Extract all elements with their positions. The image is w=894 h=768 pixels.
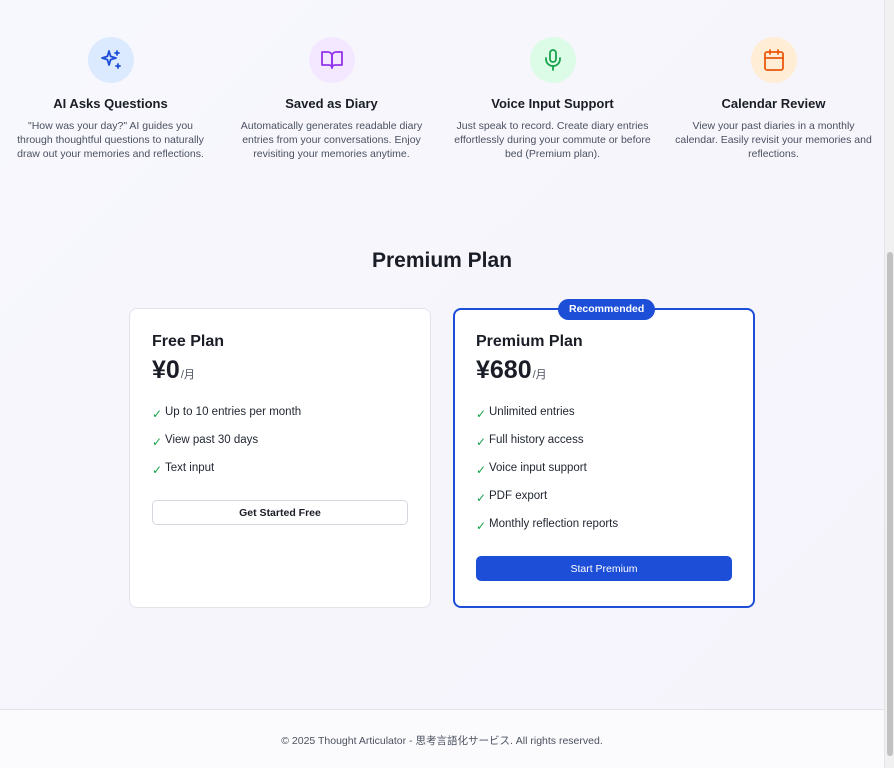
check-icon: ✓ [152, 435, 163, 449]
scrollbar[interactable] [884, 0, 894, 768]
get-started-free-button[interactable]: Get Started Free [152, 500, 408, 525]
feature-text: PDF export [489, 490, 548, 502]
check-icon: ✓ [476, 407, 487, 421]
sparkles-icon [87, 37, 134, 83]
plan-price: ¥680 /月 [476, 356, 732, 385]
list-item: ✓ Monthly reflection reports [476, 510, 732, 538]
check-icon: ✓ [152, 407, 163, 421]
check-icon: ✓ [476, 435, 487, 449]
plan-price: ¥0 /月 [152, 356, 408, 385]
scrollbar-thumb[interactable] [887, 252, 893, 756]
feature-text: Up to 10 entries per month [165, 406, 302, 418]
price-unit: /月 [180, 369, 195, 381]
book-open-icon [308, 37, 355, 83]
feature-text: Monthly reflection reports [489, 518, 619, 530]
check-icon: ✓ [476, 463, 487, 477]
features-section: AI Asks Questions "How was your day?" AI… [0, 36, 884, 161]
copyright-text: © 2025 Thought Articulator - 思考言語化サービス. … [281, 735, 603, 747]
feature-text: Voice input support [489, 462, 587, 474]
price-unit: /月 [532, 369, 547, 381]
page: AI Asks Questions "How was your day?" AI… [0, 0, 884, 768]
footer: © 2025 Thought Articulator - 思考言語化サービス. … [0, 709, 884, 768]
price-amount: ¥680 [476, 356, 532, 384]
check-icon: ✓ [476, 491, 487, 505]
feature-title: Calendar Review [721, 96, 826, 111]
pricing-title: Premium Plan [371, 249, 513, 272]
plan-features-list: ✓ Up to 10 entries per month ✓ View past 3… [152, 398, 408, 482]
recommended-badge: Recommended [558, 299, 656, 320]
feature-title: Saved as Diary [285, 96, 378, 111]
list-item: ✓ Up to 10 entries per month [152, 398, 408, 426]
plan-name: Premium Plan [476, 333, 583, 350]
list-item: ✓ PDF export [476, 482, 732, 510]
calendar-icon [750, 37, 797, 83]
plan-features-list: ✓ Unlimited entries ✓ Full history access … [476, 398, 732, 538]
feature-description: View your past diaries in a monthly cale… [675, 120, 872, 160]
feature-title: Voice Input Support [491, 96, 614, 111]
check-icon: ✓ [476, 519, 487, 533]
feature-description: "How was your day?" AI guides you throug… [17, 120, 204, 160]
check-icon: ✓ [152, 463, 163, 477]
feature-description: Automatically generates readable diary e… [240, 120, 423, 160]
start-premium-button[interactable]: Start Premium [476, 556, 732, 581]
feature-description: Just speak to record. Create diary entri… [454, 120, 651, 160]
premium-plan-card: Recommended Premium Plan ¥680 /月 ✓ Unlimi… [453, 299, 755, 608]
feature-text: View past 30 days [165, 434, 259, 446]
feature-voice-input: Voice Input Support Just speak to record… [442, 36, 663, 161]
plan-name: Free Plan [152, 333, 225, 350]
list-item: ✓ Full history access [476, 426, 732, 454]
free-plan-card: Free Plan ¥0 /月 ✓ Up to 10 entries per mo… [129, 308, 431, 608]
list-item: ✓ View past 30 days [152, 426, 408, 454]
list-item: ✓ Voice input support [476, 454, 732, 482]
feature-ai-questions: AI Asks Questions "How was your day?" AI… [0, 36, 221, 161]
price-amount: ¥0 [152, 356, 180, 384]
list-item: ✓ Text input [152, 454, 408, 482]
feature-saved-diary: Saved as Diary Automatically generates r… [221, 36, 442, 161]
feature-calendar-review: Calendar Review View your past diaries i… [663, 36, 884, 161]
microphone-icon [529, 37, 576, 83]
feature-text: Unlimited entries [489, 406, 575, 418]
feature-text: Text input [165, 462, 215, 474]
feature-title: AI Asks Questions [53, 96, 168, 111]
feature-text: Full history access [489, 434, 584, 446]
list-item: ✓ Unlimited entries [476, 398, 732, 426]
